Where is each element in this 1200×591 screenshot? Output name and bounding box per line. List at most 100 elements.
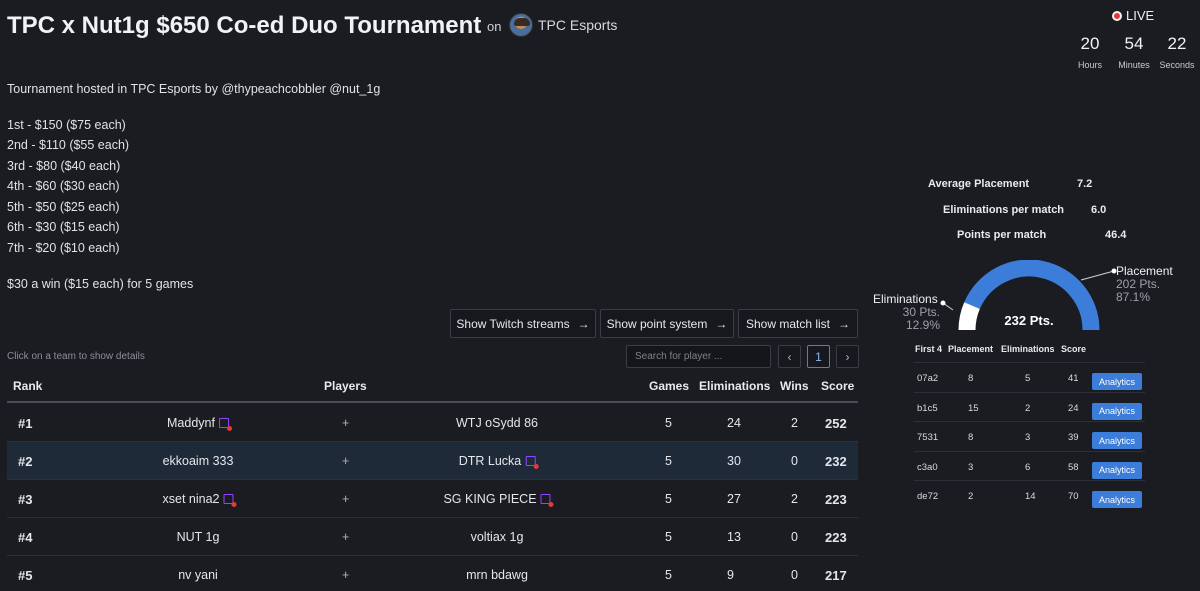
show-twitch-streams-label: Show Twitch streams: [456, 316, 570, 331]
player-2-name: DTR Lucka: [458, 454, 522, 468]
rank-cell: #4: [18, 530, 33, 545]
eliminations-cell: 30: [727, 454, 741, 468]
twitch-icon[interactable]: [540, 494, 554, 507]
pagination-next-button[interactable]: ›: [836, 345, 859, 368]
show-point-system-button[interactable]: Show point system →: [600, 309, 734, 338]
player-1-cell: ekkoaim 333: [163, 454, 234, 468]
match-row: b1c5 15 2 24 Analytics: [914, 391, 1145, 422]
gauge-center-label: 232 Pts.: [1004, 313, 1053, 328]
hosted-by-text: Tournament hosted in TPC Esports by @thy…: [7, 82, 381, 96]
analytics-button[interactable]: Analytics: [1092, 373, 1142, 390]
score-cell: 252: [825, 416, 847, 431]
games-cell: 5: [665, 568, 672, 582]
countdown-minutes-value: 54: [1124, 34, 1144, 53]
match-eliminations-cell: 5: [1025, 373, 1031, 384]
page-title: TPC x Nut1g $650 Co-ed Duo Tournament: [7, 12, 482, 39]
stat-average-placement-label: Average Placement: [928, 178, 1030, 190]
player-2-cell: SG KING PIECE: [443, 492, 554, 507]
table-hint: Click on a team to show details: [7, 351, 145, 362]
match-col-score: Score: [1061, 344, 1087, 354]
match-placement-cell: 8: [968, 373, 974, 384]
prize-line: 3rd - $80 ($40 each): [7, 159, 121, 173]
match-id-cell: 7531: [917, 432, 939, 444]
player-2-name: mrn bdawg: [466, 568, 528, 582]
show-twitch-streams-button[interactable]: Show Twitch streams →: [450, 309, 596, 338]
countdown-hours-value: 20: [1080, 34, 1100, 53]
table-row[interactable]: #1 Maddynf + WTJ oSydd 86 5 24 2 252: [7, 404, 858, 442]
stat-average-placement-value: 7.2: [1077, 178, 1093, 190]
eliminations-cell: 13: [727, 530, 741, 544]
page: TPC x Nut1g $650 Co-ed Duo Tournament on…: [0, 0, 1200, 591]
countdown-seconds-unit: Seconds: [1159, 60, 1195, 70]
table-row[interactable]: #3 xset nina2 + SG KING PIECE 5 27 2 223: [7, 480, 858, 518]
col-rank: Rank: [13, 379, 43, 393]
wins-cell: 0: [791, 454, 798, 468]
player-2-cell: mrn bdawg: [466, 568, 528, 582]
match-col-eliminations: Eliminations: [1001, 344, 1055, 354]
eliminations-cell: 9: [727, 568, 734, 582]
eliminations-cell: 27: [727, 492, 741, 506]
match-score-cell: 24: [1068, 402, 1079, 414]
wins-cell: 0: [791, 530, 798, 544]
match-placement-cell: 8: [968, 432, 974, 444]
wins-cell: 2: [791, 416, 798, 430]
twitch-icon[interactable]: [525, 456, 539, 469]
analytics-button[interactable]: Analytics: [1092, 491, 1142, 509]
countdown-seconds-value: 22: [1167, 34, 1187, 53]
rank-cell: #1: [18, 416, 33, 431]
arrow-right-icon: →: [577, 316, 590, 331]
player-2-cell: voltiax 1g: [471, 530, 524, 544]
games-cell: 5: [665, 454, 672, 468]
gauge-eliminations-label: Eliminations: [873, 292, 938, 306]
score-cell: 223: [825, 530, 847, 545]
table-row[interactable]: #2 ekkoaim 333 + DTR Lucka 5 30 0 232: [7, 442, 858, 480]
match-score-cell: 58: [1068, 461, 1079, 473]
live-label: LIVE: [1126, 8, 1155, 23]
player-1-name: xset nina2: [162, 492, 220, 506]
player-1-name: Maddynf: [167, 416, 215, 430]
wins-cell: 0: [791, 568, 798, 582]
player-search-input[interactable]: [626, 345, 771, 368]
organizer-link[interactable]: TPC Esports: [509, 13, 617, 37]
analytics-button[interactable]: Analytics: [1092, 461, 1142, 479]
team-separator: +: [342, 416, 350, 430]
match-row: 7531 8 3 39 Analytics: [914, 421, 1145, 451]
match-row: c3a0 3 6 58 Analytics: [914, 450, 1145, 481]
wins-cell: 2: [791, 492, 798, 506]
prize-line: 7th - $20 ($10 each): [7, 241, 120, 255]
match-col-id: First 4: [915, 344, 943, 354]
gauge-placement-pts: 202 Pts.: [1116, 277, 1161, 291]
stat-points-per-match-label: Points per match: [957, 229, 1047, 241]
team-separator: +: [342, 492, 350, 506]
twitch-icon[interactable]: [223, 494, 237, 507]
eliminations-cell: 24: [727, 416, 741, 430]
match-score-cell: 41: [1068, 373, 1079, 384]
gauge-eliminations-dot: [940, 300, 946, 306]
player-1-cell: nv yani: [178, 568, 218, 582]
gauge-placement-pointer: [1080, 270, 1115, 281]
countdown-minutes-unit: Minutes: [1118, 60, 1150, 70]
analytics-button[interactable]: Analytics: [1092, 432, 1142, 450]
pagination-prev-button[interactable]: ‹: [778, 345, 801, 368]
table-row[interactable]: #5 nv yani + mrn bdawg 5 9 0 217: [7, 556, 858, 591]
analytics-button[interactable]: Analytics: [1092, 402, 1142, 420]
arrow-right-icon: →: [838, 316, 851, 331]
on-label: on: [487, 19, 502, 34]
player-1-name: nv yani: [178, 568, 218, 582]
table-row[interactable]: #4 NUT 1g + voltiax 1g 5 13 0 223: [7, 518, 858, 556]
prize-line: 4th - $60 ($30 each): [7, 179, 120, 193]
show-match-list-button[interactable]: Show match list →: [738, 309, 858, 338]
twitch-icon[interactable]: [218, 418, 232, 431]
match-id-cell: de72: [917, 491, 939, 503]
match-id-cell: c3a0: [917, 461, 938, 473]
pagination-page-1[interactable]: 1: [807, 345, 830, 368]
team-separator: +: [342, 454, 350, 468]
col-wins: Wins: [780, 379, 809, 393]
match-placement-cell: 3: [968, 461, 974, 473]
match-id-cell: 07a2: [917, 373, 939, 384]
col-players: Players: [324, 379, 367, 393]
show-match-list-label: Show match list: [745, 316, 831, 331]
score-cell: 223: [825, 492, 847, 507]
player-1-name: NUT 1g: [176, 530, 220, 544]
match-eliminations-cell: 14: [1025, 491, 1036, 503]
